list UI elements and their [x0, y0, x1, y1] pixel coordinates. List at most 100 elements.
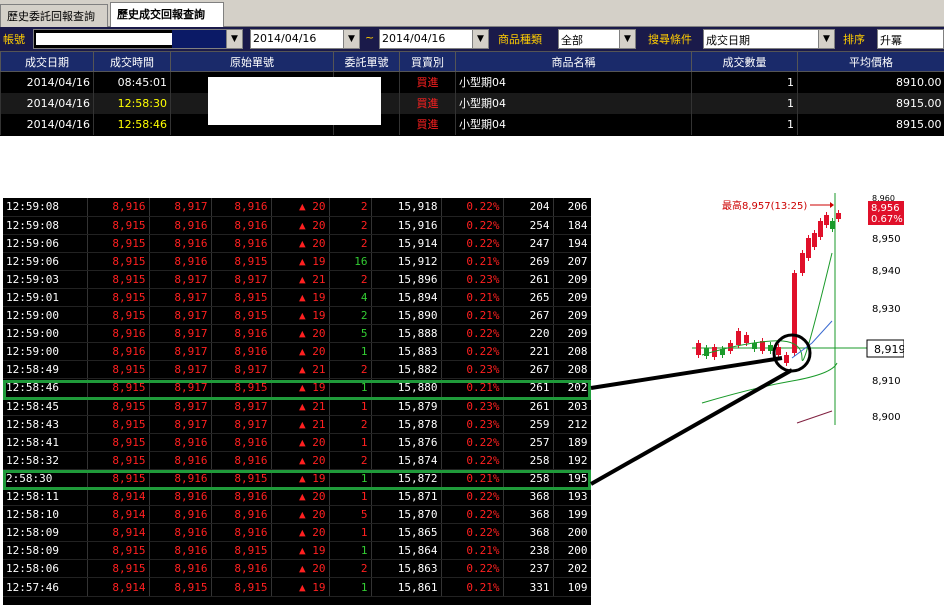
table-row[interactable]: 12:57:46 8,914 8,915 8,915 ▲ 19 1 15,861 0.21% 3… — [3, 577, 591, 597]
tick-price-1: 8,915 — [87, 360, 150, 380]
search-condition-select[interactable]: 成交日期 ▼ — [703, 29, 835, 49]
table-row[interactable]: 12:58:43 8,915 8,917 8,917 ▲ 21 2 15,878 0.23% 2… — [3, 415, 591, 434]
chevron-down-icon[interactable]: ▼ — [343, 30, 359, 48]
tick-price-3: 8,916 — [211, 198, 272, 217]
tick-price-1: 8,915 — [87, 288, 150, 308]
tick-ask-count: 207 — [553, 252, 591, 271]
date-to-select[interactable]: 2014/04/16 ▼ — [379, 29, 489, 49]
up-triangle-icon: ▲ — [299, 272, 306, 286]
tick-price-3: 8,915 — [211, 541, 272, 561]
table-row[interactable]: 12:59:08 8,915 8,916 8,916 ▲ 20 2 15,916 0.22% 2… — [3, 216, 591, 235]
tick-bid-count: 220 — [503, 324, 554, 344]
date-to-value: 2014/04/16 — [382, 32, 446, 45]
table-row[interactable]: 12:59:03 8,915 8,917 8,917 ▲ 21 2 15,896 0.23% 2… — [3, 270, 591, 289]
tick-change: ▲ 21 — [271, 270, 330, 289]
tick-volume: 1 — [329, 541, 372, 561]
sort-select[interactable]: 升冪 — [877, 29, 944, 49]
tick-volume: 1 — [329, 469, 372, 489]
col-avg-price[interactable]: 平均價格 — [797, 51, 944, 72]
table-row[interactable]: 12:58:09 8,914 8,916 8,916 ▲ 20 1 15,865 0.22% 3… — [3, 523, 591, 543]
tick-price-3: 8,915 — [211, 288, 272, 308]
chevron-down-icon[interactable]: ▼ — [472, 30, 488, 48]
tick-price-3: 8,916 — [211, 216, 272, 235]
table-row[interactable]: 12:59:08 8,916 8,917 8,916 ▲ 20 2 15,918 0.22% 2… — [3, 198, 591, 217]
col-original-order-no[interactable]: 原始單號 — [170, 51, 334, 72]
account-label: 帳號 — [3, 33, 25, 46]
trade-table: 成交日期 成交時間 原始單號 委託單號 買賣別 商品名稱 成交數量 平均價格 2… — [0, 51, 944, 136]
tick-change-pct: 0.22% — [441, 433, 504, 452]
table-row[interactable]: 12:58:06 8,915 8,916 8,916 ▲ 20 2 15,863 0.22% 2… — [3, 559, 591, 579]
table-row[interactable]: 12:59:00 8,916 8,917 8,916 ▲ 20 1 15,883 0.22% 2… — [3, 342, 591, 362]
col-product-name[interactable]: 商品名稱 — [455, 51, 692, 72]
tick-price-1: 8,915 — [87, 252, 150, 271]
tick-change: ▲ 19 — [271, 288, 330, 308]
col-order-no[interactable]: 委託單號 — [333, 51, 400, 72]
table-row[interactable]: 2:58:30 8,915 8,916 8,915 ▲ 19 1 15,872 0.21% 25… — [3, 469, 591, 489]
table-row[interactable]: 12:58:41 8,915 8,916 8,916 ▲ 20 1 15,876 0.22% 2… — [3, 433, 591, 452]
tab-trade-history[interactable]: 歷史成交回報查詢 — [110, 2, 224, 27]
tab-order-history[interactable]: 歷史委託回報查詢 — [0, 4, 108, 27]
chevron-down-icon[interactable]: ▼ — [818, 30, 834, 48]
tick-ask-count: 212 — [553, 415, 591, 434]
tick-ask-count: 109 — [553, 577, 591, 597]
tick-change: ▲ 20 — [271, 487, 330, 507]
tick-total-volume: 15,878 — [371, 415, 442, 434]
table-row[interactable]: 12:58:32 8,915 8,916 8,916 ▲ 20 2 15,874 0.22% 2… — [3, 451, 591, 470]
table-row[interactable]: 12:58:11 8,914 8,916 8,916 ▲ 20 1 15,871 0.22% 3… — [3, 487, 591, 507]
tick-change: ▲ 20 — [271, 505, 330, 525]
tick-price-2: 8,917 — [149, 288, 212, 308]
tick-price-2: 8,917 — [149, 198, 212, 217]
tick-ask-count: 199 — [553, 505, 591, 525]
col-quantity[interactable]: 成交數量 — [691, 51, 798, 72]
tick-total-volume: 15,876 — [371, 433, 442, 452]
table-row[interactable]: 12:59:01 8,915 8,917 8,915 ▲ 19 4 15,894 0.21% 2… — [3, 288, 591, 308]
tick-price-3: 8,916 — [211, 505, 272, 525]
tick-ask-count: 202 — [553, 378, 591, 398]
tick-price-3: 8,916 — [211, 487, 272, 507]
table-row[interactable]: 12:59:00 8,916 8,917 8,916 ▲ 20 5 15,888 0.22% 2… — [3, 324, 591, 344]
tick-time: 12:58:11 — [3, 487, 88, 507]
table-row[interactable]: 2014/04/16 12:58:30 買進 小型期04 1 8915.00 — [0, 92, 944, 114]
table-row[interactable]: 12:59:06 8,915 8,916 8,915 ▲ 19 16 15,912 0.21%… — [3, 252, 591, 271]
tick-time: 2:58:30 — [3, 469, 88, 489]
tick-price-3: 8,916 — [211, 433, 272, 452]
account-select[interactable]: ▼ — [33, 29, 243, 49]
table-row[interactable]: 12:58:46 8,915 8,917 8,915 ▲ 19 1 15,880 0.21% 2… — [3, 378, 591, 398]
tick-total-volume: 15,896 — [371, 270, 442, 289]
date-from-select[interactable]: 2014/04/16 ▼ — [250, 29, 360, 49]
col-trade-time[interactable]: 成交時間 — [93, 51, 171, 72]
up-triangle-icon: ▲ — [299, 490, 306, 504]
tick-ask-count: 184 — [553, 216, 591, 235]
product-type-select[interactable]: 全部 ▼ — [558, 29, 636, 49]
tick-change-pct: 0.23% — [441, 270, 504, 289]
product-type-value: 全部 — [561, 34, 583, 47]
tick-price-2: 8,917 — [149, 270, 212, 289]
table-row[interactable]: 12:58:09 8,915 8,916 8,915 ▲ 19 1 15,864 0.21% 2… — [3, 541, 591, 561]
tick-change-pct: 0.22% — [441, 523, 504, 543]
tick-price-1: 8,914 — [87, 523, 150, 543]
chevron-down-icon[interactable]: ▼ — [226, 30, 242, 48]
tick-change: ▲ 20 — [271, 198, 330, 217]
table-row[interactable]: 12:58:49 8,915 8,917 8,917 ▲ 21 2 15,882 0.23% 2… — [3, 360, 591, 380]
tick-volume: 2 — [329, 270, 372, 289]
tick-time: 12:59:00 — [3, 342, 88, 362]
tick-change-value: 20 — [312, 200, 326, 214]
tick-change: ▲ 19 — [271, 577, 330, 597]
col-side[interactable]: 買賣別 — [399, 51, 456, 72]
tick-total-volume: 15,894 — [371, 288, 442, 308]
table-row[interactable]: 12:58:10 8,914 8,916 8,916 ▲ 20 5 15,870 0.22% 3… — [3, 505, 591, 525]
table-row[interactable]: 12:59:00 8,915 8,917 8,915 ▲ 19 2 15,890 0.21% 2… — [3, 306, 591, 326]
tick-volume: 1 — [329, 397, 372, 416]
up-triangle-icon: ▲ — [299, 399, 306, 413]
tick-volume: 1 — [329, 577, 372, 597]
tick-change-pct: 0.21% — [441, 306, 504, 326]
col-trade-date[interactable]: 成交日期 — [0, 51, 94, 72]
tick-bid-count: 368 — [503, 523, 554, 543]
table-row[interactable]: 2014/04/16 12:58:46 買進 小型期04 1 8915.00 — [0, 113, 944, 135]
table-row[interactable]: 12:59:06 8,915 8,916 8,916 ▲ 20 2 15,914 0.22% 2… — [3, 234, 591, 253]
tick-price-3: 8,915 — [211, 378, 272, 398]
chevron-down-icon[interactable]: ▼ — [619, 30, 635, 48]
table-row[interactable]: 2014/04/16 08:45:01 買進 小型期04 1 8910.00 — [0, 71, 944, 93]
table-row[interactable]: 12:58:45 8,915 8,917 8,917 ▲ 21 1 15,879 0.23% 2… — [3, 397, 591, 416]
date-from-value: 2014/04/16 — [253, 32, 317, 45]
